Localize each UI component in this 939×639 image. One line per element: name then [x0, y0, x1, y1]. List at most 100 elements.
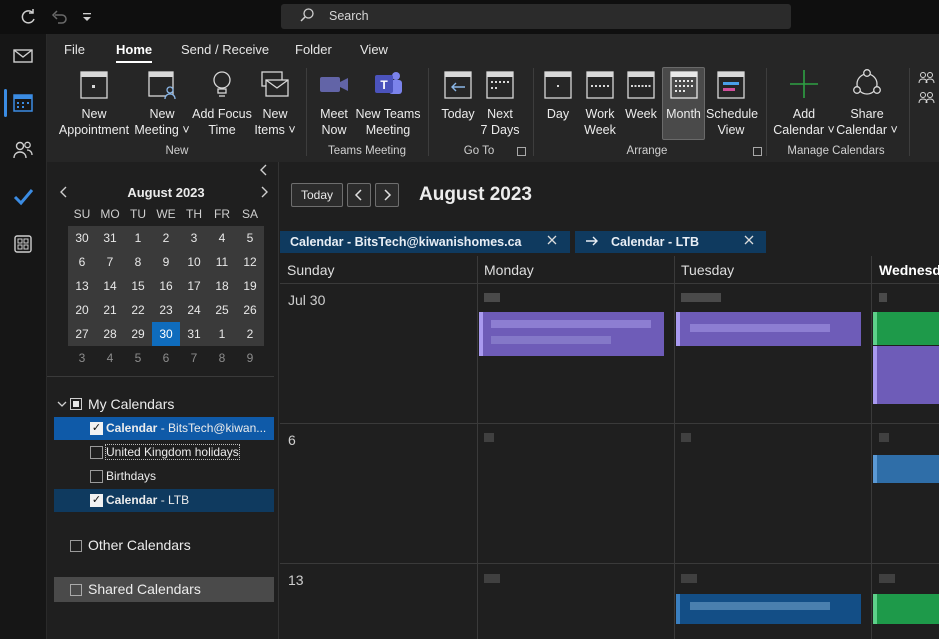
mini-calendar-day[interactable]: 11 [208, 250, 236, 274]
mini-calendar-day[interactable]: 28 [96, 322, 124, 346]
calendar-event[interactable] [873, 346, 939, 404]
mini-calendar-day[interactable]: 15 [124, 274, 152, 298]
calendar-checkbox[interactable] [90, 470, 103, 483]
mini-calendar-day[interactable]: 7 [180, 346, 208, 370]
mini-calendar-day[interactable]: 31 [180, 322, 208, 346]
mini-calendar-today[interactable]: 30 [152, 322, 180, 346]
close-icon[interactable] [546, 234, 558, 249]
today-nav-button[interactable]: Today [291, 183, 343, 207]
calendar-checkbox[interactable]: ✓ [90, 422, 103, 435]
calendar-event[interactable] [676, 312, 861, 346]
mini-calendar-day[interactable]: 7 [96, 250, 124, 274]
mini-calendar-day[interactable]: 5 [236, 226, 264, 250]
my-calendars-checkbox[interactable] [70, 398, 82, 410]
mini-calendar-day[interactable]: 19 [236, 274, 264, 298]
mini-calendar-day[interactable]: 24 [180, 298, 208, 322]
people-icon[interactable] [0, 128, 47, 172]
share-calendar-button[interactable]: Share Calendar ˅ [836, 68, 898, 138]
add-calendar-button[interactable]: Add Calendar ˅ [773, 68, 835, 138]
new-meeting-button[interactable]: New Meeting ˅ [131, 68, 193, 138]
mini-calendar-day[interactable]: 13 [68, 274, 96, 298]
mini-calendar-day[interactable]: 2 [236, 322, 264, 346]
tab-send-receive[interactable]: Send / Receive [181, 42, 269, 64]
mini-calendar-day[interactable]: 31 [96, 226, 124, 250]
mini-calendar-day[interactable]: 9 [236, 346, 264, 370]
mini-calendar-day[interactable]: 5 [124, 346, 152, 370]
mini-calendar-day[interactable]: 16 [152, 274, 180, 298]
calendar-folder-item[interactable]: ✓ Calendar - BitsTech@kiwan... [54, 417, 274, 440]
mini-calendar-day[interactable]: 10 [180, 250, 208, 274]
calendar-checkbox[interactable]: ✓ [90, 494, 103, 507]
calendar-tab-bitstech[interactable]: Calendar - BitsTech@kiwanishomes.ca [280, 231, 570, 253]
mini-calendar-day[interactable]: 30 [68, 226, 96, 250]
my-calendars-label[interactable]: My Calendars [88, 396, 174, 412]
mini-calendar-day[interactable]: 1 [124, 226, 152, 250]
mini-calendar-day[interactable]: 17 [180, 274, 208, 298]
month-view-button[interactable]: Month [662, 67, 705, 140]
week-view-button[interactable]: Week [621, 68, 661, 122]
apps-icon[interactable] [0, 222, 47, 266]
next-month-button[interactable] [375, 183, 399, 207]
mini-calendar-day[interactable]: 14 [96, 274, 124, 298]
collapse-chevron-icon[interactable] [259, 164, 269, 179]
customize-toolbar-icon[interactable] [77, 7, 97, 27]
mini-calendar-day[interactable]: 4 [208, 226, 236, 250]
mini-calendar-day[interactable]: 3 [68, 346, 96, 370]
next-7-days-button[interactable]: Next 7 Days [479, 68, 521, 138]
meet-now-button[interactable]: Meet Now [313, 68, 355, 138]
calendar-event[interactable] [873, 455, 939, 483]
close-icon[interactable] [743, 234, 755, 249]
mini-calendar-day[interactable]: 23 [152, 298, 180, 322]
new-items-button[interactable]: New Items ˅ [252, 68, 298, 138]
calendar-icon[interactable] [0, 81, 47, 125]
mini-calendar-day[interactable]: 12 [236, 250, 264, 274]
mini-calendar-day[interactable]: 8 [124, 250, 152, 274]
mini-calendar-day[interactable]: 29 [124, 322, 152, 346]
other-calendars-label[interactable]: Other Calendars [88, 537, 191, 553]
today-button[interactable]: Today [437, 68, 479, 122]
mini-calendar-day[interactable]: 2 [152, 226, 180, 250]
sync-icon[interactable] [18, 7, 38, 27]
my-calendars-chevron-icon[interactable] [57, 398, 67, 412]
mini-cal-next-icon[interactable] [259, 186, 269, 201]
mini-calendar-day[interactable]: 25 [208, 298, 236, 322]
shared-calendars-row[interactable]: Shared Calendars [54, 577, 274, 602]
tab-file[interactable]: File [64, 42, 85, 64]
calendar-event[interactable] [676, 594, 861, 624]
shared-calendars-checkbox[interactable] [70, 584, 82, 596]
mini-calendar-day[interactable]: 6 [68, 250, 96, 274]
go-to-launcher-icon[interactable] [517, 147, 526, 156]
new-teams-meeting-button[interactable]: T New Teams Meeting [355, 68, 421, 138]
schedule-view-button[interactable]: Schedule View [706, 68, 758, 138]
mini-calendar-day[interactable]: 18 [208, 274, 236, 298]
undo-icon[interactable] [49, 7, 69, 27]
mini-calendar-day[interactable]: 9 [152, 250, 180, 274]
mini-calendar-day[interactable]: 6 [152, 346, 180, 370]
calendar-event[interactable] [479, 312, 664, 356]
search-input[interactable]: Search [281, 4, 791, 29]
groups-icon[interactable] [917, 70, 937, 113]
mini-calendar-day[interactable]: 22 [124, 298, 152, 322]
mini-calendar-day[interactable]: 1 [208, 322, 236, 346]
todo-icon[interactable] [0, 175, 47, 219]
calendar-tab-ltb[interactable]: Calendar - LTB [575, 231, 766, 253]
mini-calendar-day[interactable]: 27 [68, 322, 96, 346]
tab-view[interactable]: View [360, 42, 388, 64]
calendar-checkbox[interactable] [90, 446, 103, 459]
mini-calendar-day[interactable]: 20 [68, 298, 96, 322]
day-view-button[interactable]: Day [538, 68, 578, 122]
calendar-event[interactable] [873, 312, 939, 345]
other-calendars-checkbox[interactable] [70, 540, 82, 552]
calendar-folder-item[interactable]: Birthdays [54, 465, 274, 488]
mini-calendar-day[interactable]: 8 [208, 346, 236, 370]
work-week-view-button[interactable]: Work Week [580, 68, 620, 138]
calendar-event[interactable] [873, 594, 939, 624]
arrange-launcher-icon[interactable] [753, 147, 762, 156]
overlay-arrow-icon[interactable] [585, 235, 599, 250]
add-focus-time-button[interactable]: Add Focus Time [192, 68, 252, 138]
tab-folder[interactable]: Folder [295, 42, 332, 64]
calendar-folder-item[interactable]: United Kingdom holidays [54, 441, 274, 464]
mini-calendar-day[interactable]: 3 [180, 226, 208, 250]
new-appointment-button[interactable]: New Appointment [57, 68, 131, 138]
mini-calendar-day[interactable]: 26 [236, 298, 264, 322]
